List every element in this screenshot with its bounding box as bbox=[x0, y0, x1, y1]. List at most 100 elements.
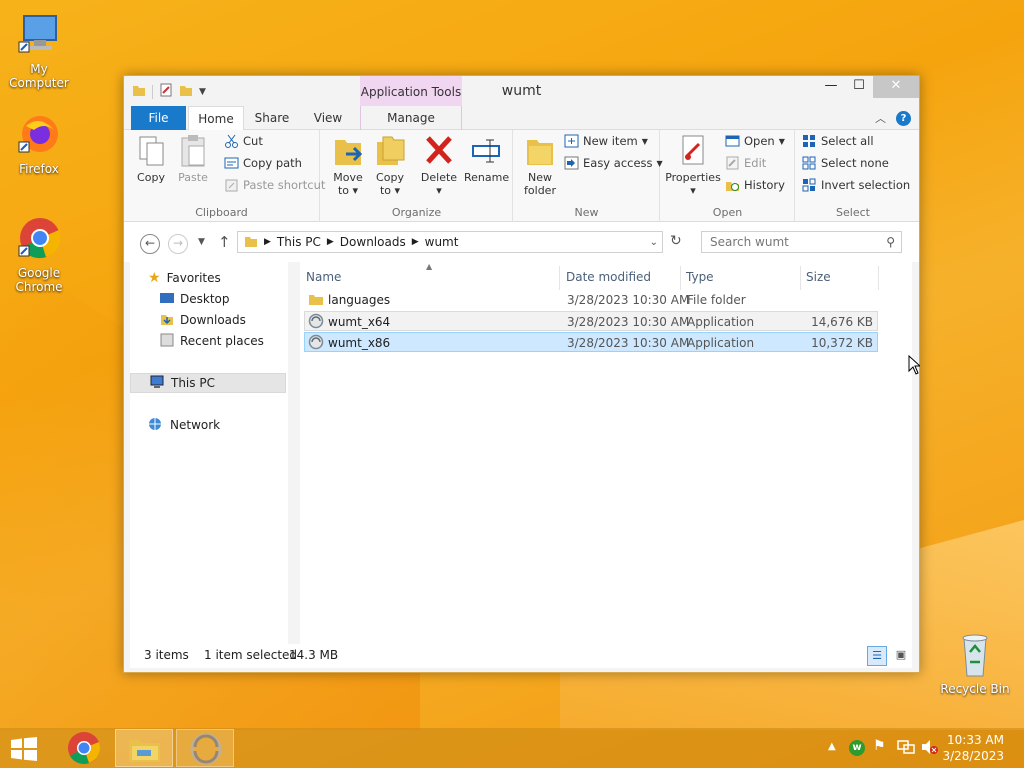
file-list: ▲ Name Date modified Type Size languages… bbox=[300, 262, 912, 658]
file-name: languages bbox=[328, 293, 391, 307]
file-row[interactable]: wumt_x64 3/28/2023 10:30 AM Application … bbox=[304, 311, 878, 331]
show-hidden-icons-button[interactable]: ▲ bbox=[828, 741, 836, 752]
column-date-modified[interactable]: Date modified bbox=[566, 270, 651, 284]
nav-this-pc[interactable]: This PC bbox=[130, 373, 286, 393]
nav-network[interactable]: Network bbox=[148, 415, 220, 435]
cut-button[interactable]: Cut bbox=[224, 132, 263, 150]
tab-view[interactable]: View bbox=[306, 106, 350, 130]
new-item-button[interactable]: New item ▼ bbox=[564, 132, 648, 150]
desktop-icon-chrome[interactable]: Google Chrome bbox=[0, 216, 78, 294]
group-label-new: New bbox=[574, 206, 599, 219]
network-tray-icon[interactable] bbox=[897, 739, 915, 758]
search-input[interactable]: Search wumt ⚲ bbox=[701, 231, 902, 253]
breadcrumb-wumt[interactable]: wumt bbox=[425, 235, 459, 249]
column-size[interactable]: Size bbox=[806, 270, 831, 284]
select-all-label: Select all bbox=[821, 134, 874, 148]
group-select: Select all Select none Invert selection … bbox=[796, 130, 910, 222]
group-open: Properties ▾ Open ▼ Edit History Open bbox=[661, 130, 795, 222]
copy-button[interactable]: Copy bbox=[136, 134, 166, 184]
move-to-label: Move bbox=[333, 171, 363, 184]
chevron-right-icon: ▶ bbox=[411, 237, 419, 247]
taskbar-wumt[interactable] bbox=[176, 729, 234, 767]
tab-file[interactable]: File bbox=[131, 106, 186, 130]
group-label-organize: Organize bbox=[391, 206, 442, 219]
desktop-icon-firefox[interactable]: Firefox bbox=[0, 112, 78, 176]
open-button[interactable]: Open ▼ bbox=[725, 132, 785, 150]
start-button[interactable] bbox=[10, 737, 38, 764]
move-to-button[interactable]: Move to ▾ bbox=[331, 134, 365, 197]
clock[interactable]: 10:33 AM 3/28/2023 bbox=[942, 732, 1004, 764]
navigation-pane: ★ Favorites Desktop Downloads Recent pla… bbox=[130, 262, 288, 658]
delete-button[interactable]: Delete ▾ bbox=[419, 134, 459, 197]
breadcrumb-this-pc[interactable]: This PC bbox=[277, 235, 321, 249]
column-name[interactable]: Name bbox=[306, 270, 341, 284]
history-button[interactable]: History bbox=[725, 176, 785, 194]
folder-icon bbox=[244, 234, 258, 251]
group-new: New folder New item ▼ Easy access ▼ New bbox=[514, 130, 663, 222]
large-icons-view-button[interactable]: ▣ bbox=[891, 646, 911, 666]
details-view-button[interactable]: ☰ bbox=[867, 646, 887, 666]
properties-label: Properties bbox=[665, 171, 721, 184]
address-dropdown-icon[interactable]: ⌄ bbox=[650, 237, 658, 248]
title-bar[interactable]: ▼ Application Tools wumt — ☐ ✕ bbox=[124, 76, 919, 106]
star-icon: ★ bbox=[148, 270, 161, 286]
copy-icon bbox=[136, 134, 168, 168]
file-row[interactable]: languages 3/28/2023 10:30 AM File folder bbox=[304, 290, 878, 310]
paste-shortcut-icon bbox=[224, 178, 239, 192]
help-icon[interactable]: ? bbox=[896, 110, 911, 126]
delete-label: Delete bbox=[420, 171, 458, 184]
desktop-icon bbox=[160, 292, 174, 307]
paste-button[interactable]: Paste bbox=[176, 134, 210, 184]
nav-recent-places[interactable]: Recent places bbox=[160, 331, 264, 351]
close-button[interactable]: ✕ bbox=[873, 76, 919, 98]
nav-desktop[interactable]: Desktop bbox=[160, 289, 230, 309]
easy-access-icon bbox=[564, 156, 579, 170]
tab-share[interactable]: Share bbox=[250, 106, 294, 130]
copy-path-button[interactable]: Copy path bbox=[224, 154, 302, 172]
volume-muted-icon[interactable] bbox=[921, 739, 939, 758]
up-button[interactable]: ↑ bbox=[218, 233, 231, 251]
easy-access-button[interactable]: Easy access ▼ bbox=[564, 154, 663, 172]
edit-label: Edit bbox=[744, 156, 767, 170]
file-date: 3/28/2023 10:30 AM bbox=[567, 336, 690, 350]
chevron-up-icon[interactable]: ︿ bbox=[875, 110, 886, 126]
maximize-button[interactable]: ☐ bbox=[845, 76, 873, 98]
desktop-icon-my-computer[interactable]: My Computer bbox=[0, 12, 78, 90]
nav-downloads[interactable]: Downloads bbox=[160, 310, 246, 330]
copy-to-button[interactable]: Copy to ▾ bbox=[373, 134, 407, 197]
group-label-select: Select bbox=[836, 206, 870, 219]
taskbar-file-explorer[interactable] bbox=[115, 729, 173, 767]
breadcrumb-downloads[interactable]: Downloads bbox=[340, 235, 406, 249]
edit-button[interactable]: Edit bbox=[725, 154, 766, 172]
tab-home[interactable]: Home bbox=[188, 106, 244, 131]
invert-selection-label: Invert selection bbox=[821, 178, 911, 192]
search-icon[interactable]: ⚲ bbox=[886, 235, 895, 249]
delete-icon bbox=[423, 134, 455, 168]
rename-button[interactable]: Rename bbox=[464, 134, 509, 184]
desktop-icon-label: Google Chrome bbox=[15, 266, 63, 294]
refresh-button[interactable]: ↻ bbox=[670, 233, 682, 249]
column-type[interactable]: Type bbox=[686, 270, 714, 284]
desktop-icon-recycle-bin[interactable]: Recycle Bin bbox=[936, 632, 1014, 696]
sort-indicator-icon: ▲ bbox=[426, 262, 433, 271]
forward-button[interactable]: → bbox=[168, 234, 188, 254]
address-bar[interactable]: ▶ This PC ▶ Downloads ▶ wumt ⌄ bbox=[237, 231, 663, 253]
recent-locations-button[interactable]: ▼ bbox=[198, 237, 205, 247]
back-button[interactable]: ← bbox=[140, 234, 160, 254]
properties-button[interactable]: Properties ▾ bbox=[665, 134, 721, 197]
invert-selection-button[interactable]: Invert selection bbox=[802, 176, 910, 194]
minimize-button[interactable]: — bbox=[817, 76, 845, 98]
file-row[interactable]: wumt_x86 3/28/2023 10:30 AM Application … bbox=[304, 332, 878, 352]
nav-favorites[interactable]: ★ Favorites bbox=[148, 268, 221, 288]
tab-manage[interactable]: Manage bbox=[360, 106, 462, 130]
new-folder-button[interactable]: New folder bbox=[522, 134, 558, 197]
select-none-button[interactable]: Select none bbox=[802, 154, 889, 172]
action-center-flag-icon[interactable]: ⚑ bbox=[873, 738, 886, 754]
copy-path-icon bbox=[224, 156, 239, 170]
tray-app-icon[interactable]: w bbox=[849, 740, 865, 756]
select-all-button[interactable]: Select all bbox=[802, 132, 874, 150]
taskbar-chrome[interactable] bbox=[56, 729, 112, 767]
paste-shortcut-button[interactable]: Paste shortcut bbox=[224, 176, 325, 194]
easy-access-label: Easy access bbox=[583, 156, 653, 170]
firefox-icon bbox=[16, 112, 62, 158]
